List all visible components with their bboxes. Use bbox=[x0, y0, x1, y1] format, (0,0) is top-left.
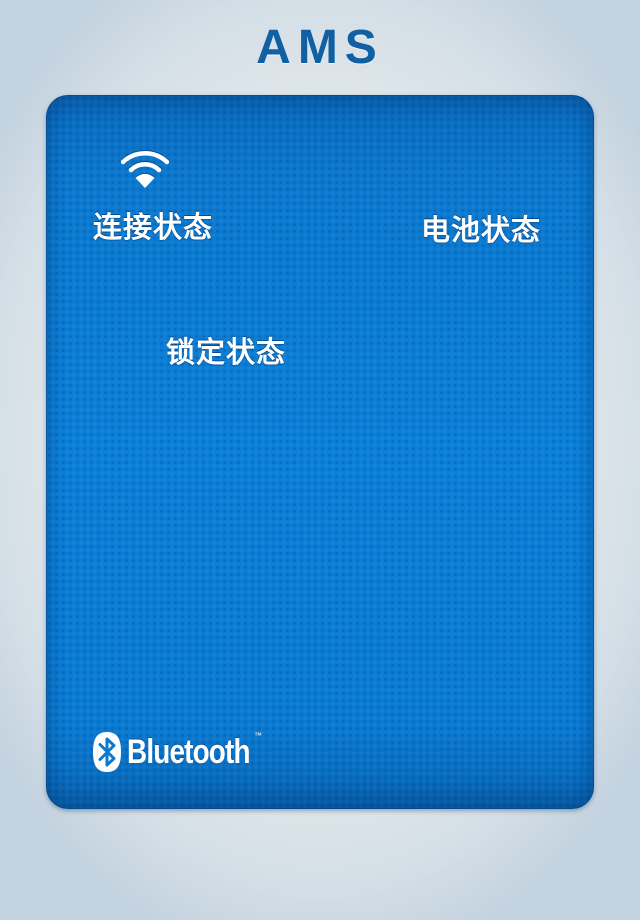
trademark-symbol: ™ bbox=[254, 731, 262, 740]
bluetooth-wordmark: Bluetooth bbox=[127, 733, 251, 771]
battery-status-label: 电池状态 bbox=[421, 213, 542, 247]
lock-status-label: 锁定状态 bbox=[166, 335, 287, 369]
status-panel: 连接状态 电池状态 锁定状态 Bluetooth ™ bbox=[46, 95, 594, 809]
bluetooth-logo: Bluetooth ™ bbox=[92, 729, 277, 775]
connection-status-label: 连接状态 bbox=[93, 210, 214, 244]
bluetooth-icon bbox=[93, 732, 121, 772]
app-title: AMS bbox=[256, 21, 384, 74]
wifi-icon bbox=[121, 151, 169, 188]
